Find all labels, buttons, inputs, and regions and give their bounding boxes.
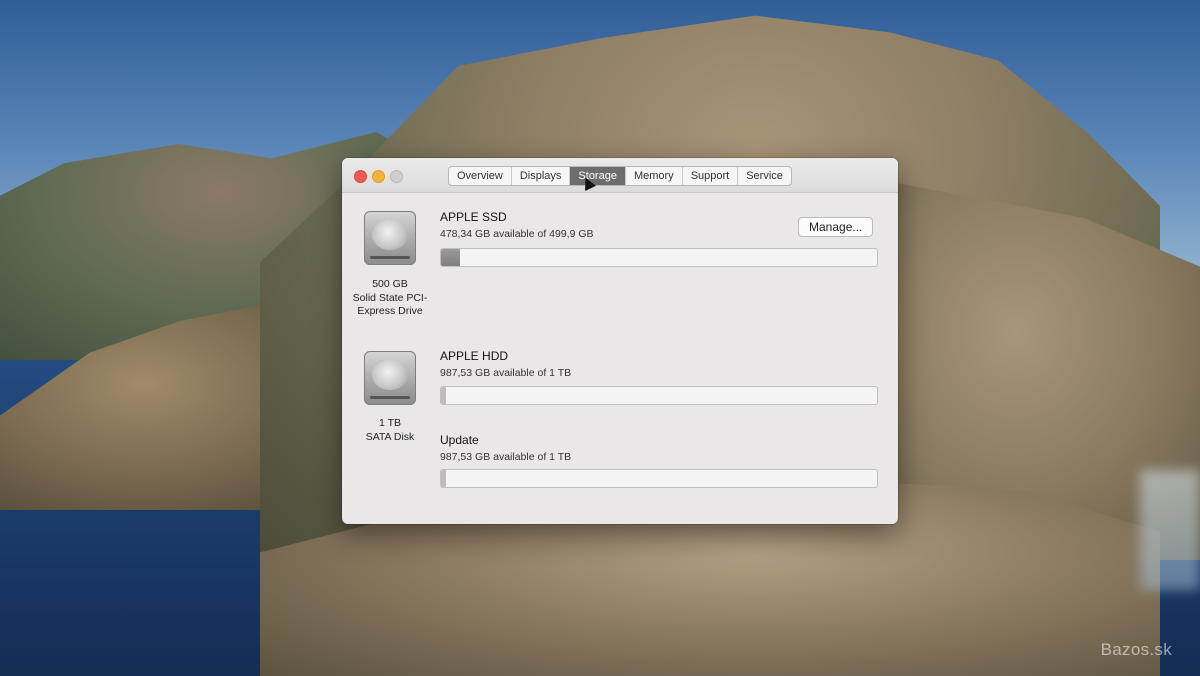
drive-type: Solid State PCI- xyxy=(352,291,428,304)
tab-memory[interactable]: Memory xyxy=(626,167,683,185)
zoom-button[interactable] xyxy=(390,170,403,183)
storage-usage-bar xyxy=(440,386,878,405)
drive-capacity: 500 GB xyxy=(372,278,408,290)
manage-button[interactable]: Manage... xyxy=(798,217,874,237)
tab-bar: Overview Displays Storage Memory Support… xyxy=(448,166,792,186)
volume-availability: 987,53 GB available of 1 TB xyxy=(440,451,572,463)
disk-platter xyxy=(372,220,408,250)
drive-type: Express Drive xyxy=(357,305,423,317)
wallpaper-surf xyxy=(1140,470,1200,590)
drive-caption: 1 TB SATA Disk xyxy=(342,417,440,444)
close-button[interactable] xyxy=(354,170,367,183)
volume-name: APPLE SSD xyxy=(440,210,507,224)
about-this-mac-window: Overview Displays Storage Memory Support… xyxy=(342,158,898,524)
disk-slot xyxy=(370,256,410,259)
tab-support[interactable]: Support xyxy=(683,167,739,185)
storage-usage-bar xyxy=(440,248,878,267)
minimize-button[interactable] xyxy=(372,170,385,183)
tab-storage[interactable]: Storage xyxy=(570,167,626,185)
drive-caption: 500 GB Solid State PCI- Express Drive xyxy=(342,278,440,319)
hard-drive-icon xyxy=(364,211,416,265)
storage-used-segment xyxy=(441,387,447,404)
disk-platter xyxy=(372,360,408,390)
volume-name: Update xyxy=(440,433,479,447)
tab-displays[interactable]: Displays xyxy=(512,167,571,185)
drive-capacity: 1 TB xyxy=(379,417,401,429)
storage-usage-bar xyxy=(440,469,878,488)
disk-slot xyxy=(370,396,410,399)
storage-used-segment xyxy=(441,470,447,487)
volume-availability: 987,53 GB available of 1 TB xyxy=(440,367,572,379)
tab-service[interactable]: Service xyxy=(738,167,791,185)
volume-name: APPLE HDD xyxy=(440,349,509,363)
title-bar[interactable]: Overview Displays Storage Memory Support… xyxy=(342,158,898,193)
storage-used-segment xyxy=(441,249,460,266)
volume-availability: 478,34 GB available of 499,9 GB xyxy=(440,228,594,240)
drive-type: SATA Disk xyxy=(365,430,415,443)
tab-overview[interactable]: Overview xyxy=(449,167,512,185)
watermark: Bazos.sk xyxy=(1100,640,1172,659)
storage-panel: 500 GB Solid State PCI- Express Drive AP… xyxy=(342,193,898,524)
hard-drive-icon xyxy=(364,351,416,405)
